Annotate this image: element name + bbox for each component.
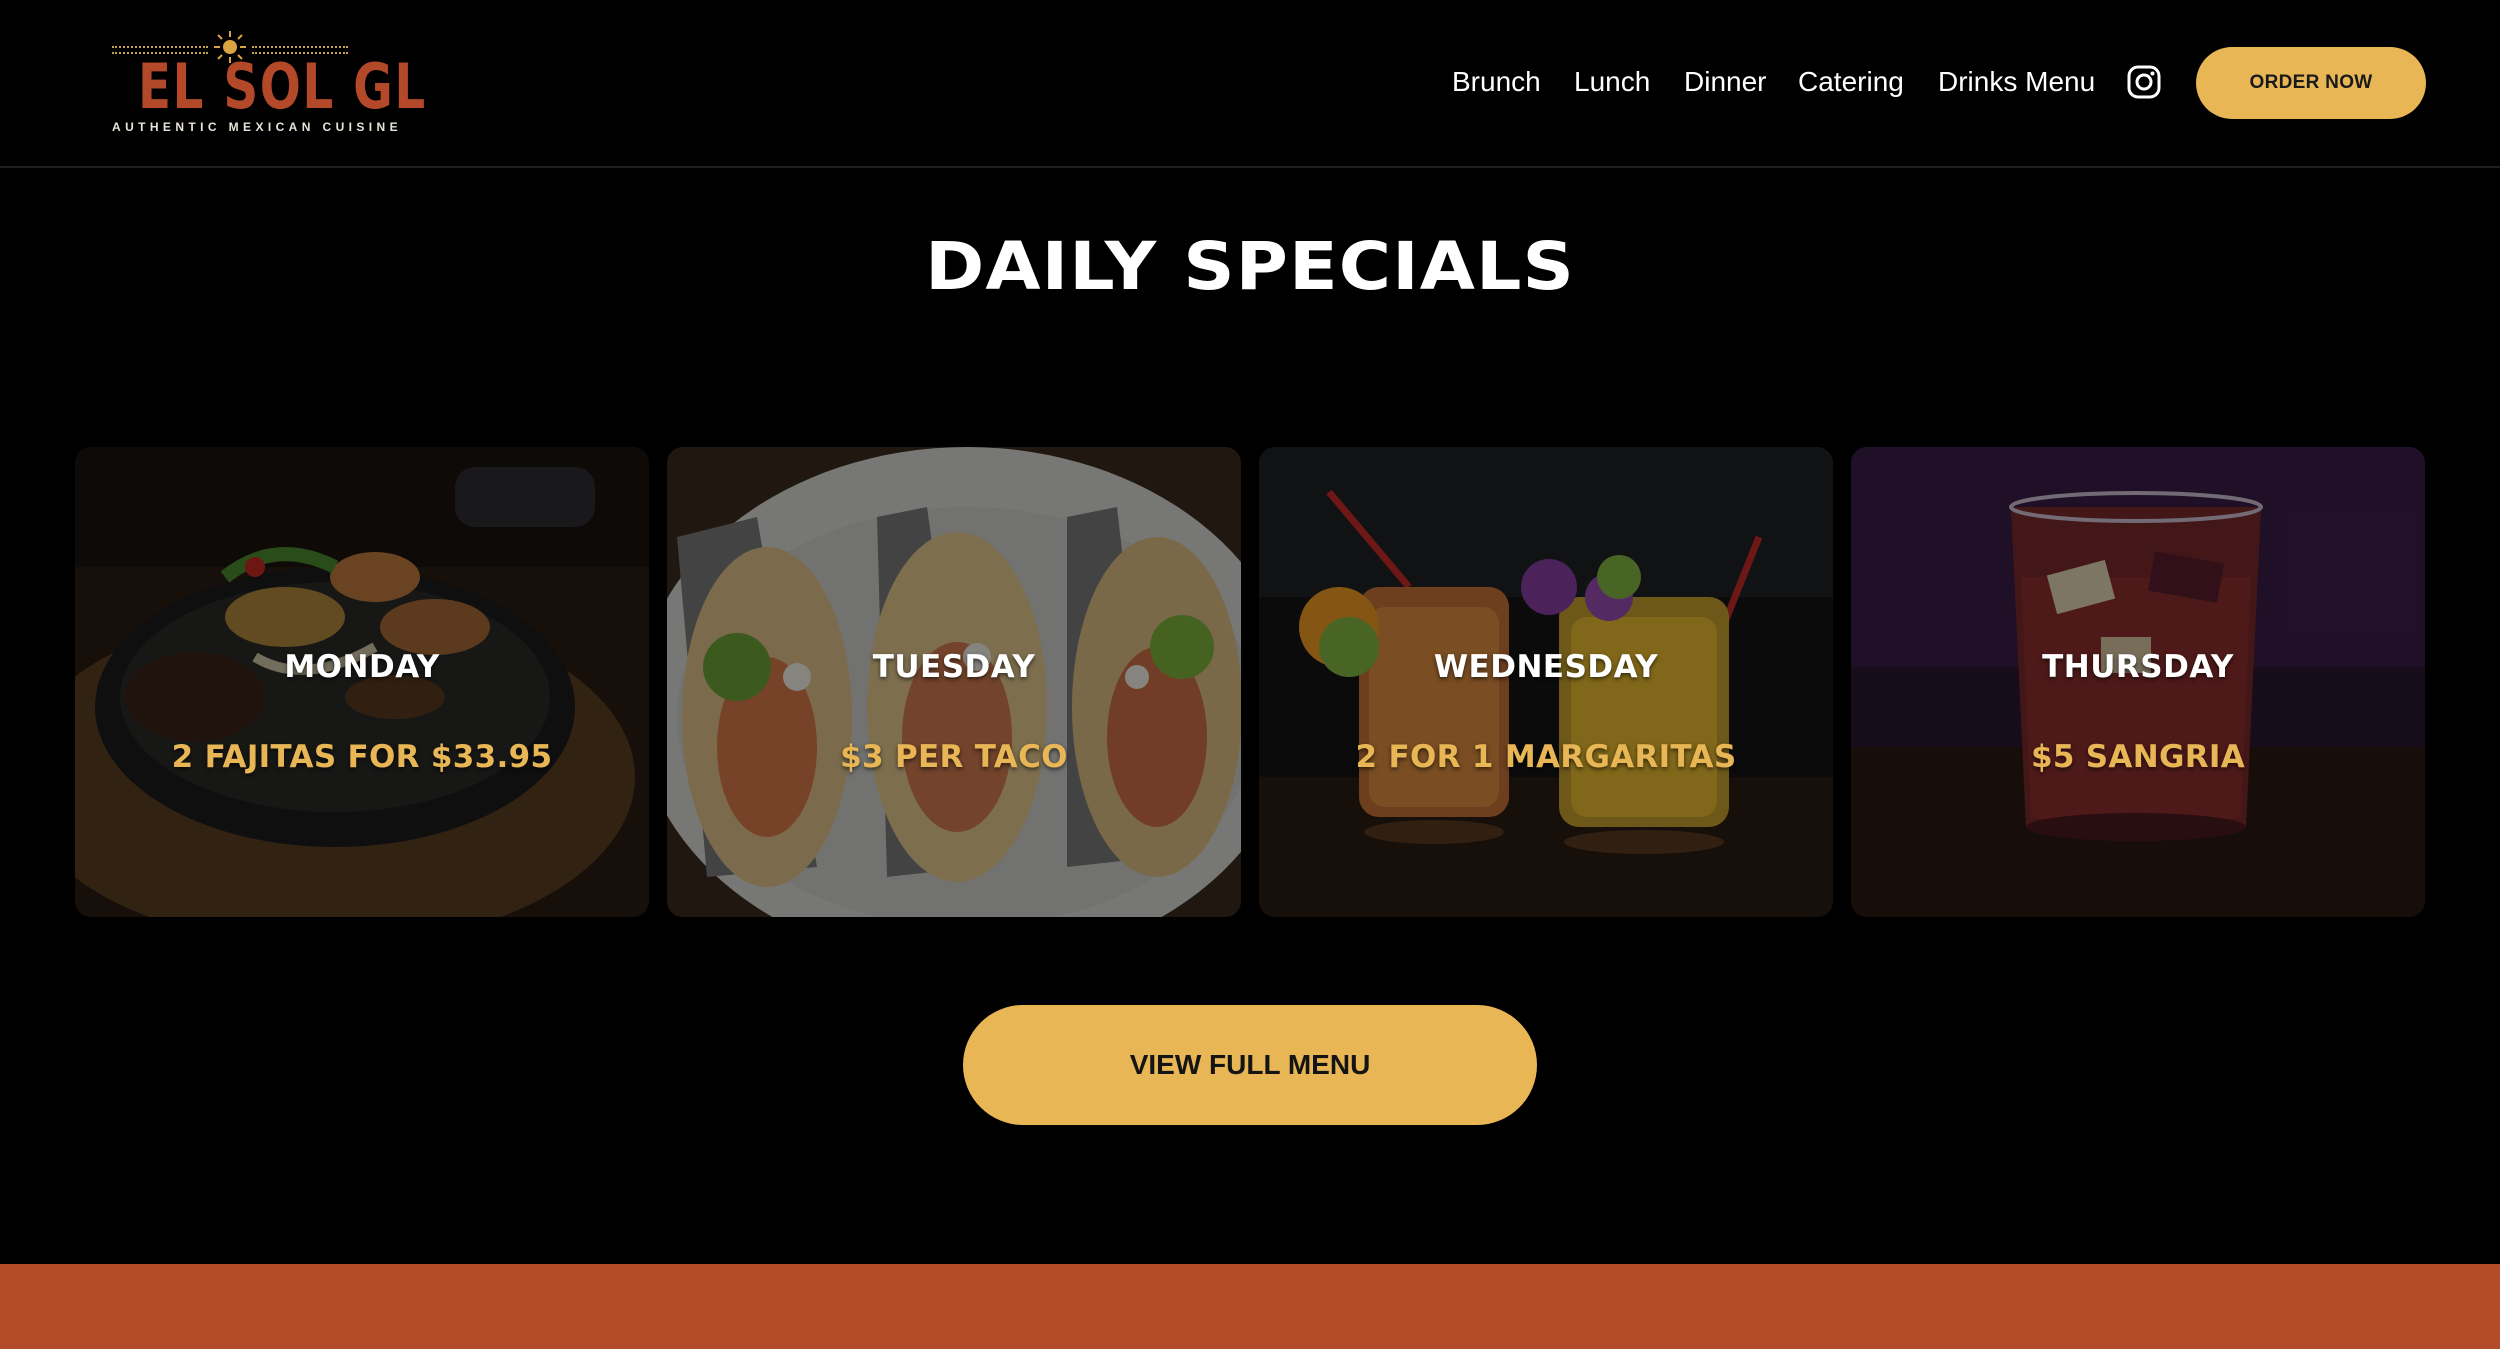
order-now-button[interactable]: ORDER NOW — [2196, 47, 2426, 119]
special-day: MONDAY — [284, 649, 440, 685]
nav-link-lunch[interactable]: Lunch — [1574, 58, 1650, 106]
instagram-icon[interactable] — [2126, 64, 2162, 100]
nav-link-brunch[interactable]: Brunch — [1452, 58, 1541, 106]
special-day: THURSDAY — [2042, 649, 2234, 685]
nav-link-dinner[interactable]: Dinner — [1684, 58, 1766, 106]
special-deal: $3 PER TACO — [840, 739, 1068, 775]
special-deal: 2 FOR 1 MARGARITAS — [1355, 739, 1737, 775]
special-day: WEDNESDAY — [1433, 649, 1659, 685]
special-card-wednesday[interactable]: WEDNESDAY 2 FOR 1 MARGARITAS — [1259, 447, 1833, 917]
special-card-tuesday[interactable]: TUESDAY $3 PER TACO — [667, 447, 1241, 917]
special-deal: $5 SANGRIA — [2030, 739, 2246, 775]
brand-logo[interactable]: EL SOL GL AUTHENTIC MEXICAN CUISINE — [112, 30, 427, 138]
special-card-monday[interactable]: MONDAY 2 FAJITAS FOR $33.95 — [75, 447, 649, 917]
view-full-menu-button[interactable]: VIEW FULL MENU — [963, 1005, 1537, 1125]
special-day: TUESDAY — [872, 649, 1036, 685]
logo-wordmark: EL SOL GL — [137, 50, 427, 123]
nav-link-drinks-menu[interactable]: Drinks Menu — [1938, 58, 2095, 106]
logo-tagline: AUTHENTIC MEXICAN CUISINE — [112, 120, 403, 134]
special-card-thursday[interactable]: THURSDAY $5 SANGRIA — [1851, 447, 2425, 917]
footer-band — [0, 1264, 2500, 1349]
section-title: DAILY SPECIALS — [925, 228, 1575, 305]
logo-rule — [252, 46, 348, 48]
special-deal: 2 FAJITAS FOR $33.95 — [171, 739, 553, 775]
logo-rule — [112, 46, 208, 48]
site-header: EL SOL GL AUTHENTIC MEXICAN CUISINE Brun… — [0, 0, 2500, 168]
nav-link-catering[interactable]: Catering — [1798, 58, 1904, 106]
